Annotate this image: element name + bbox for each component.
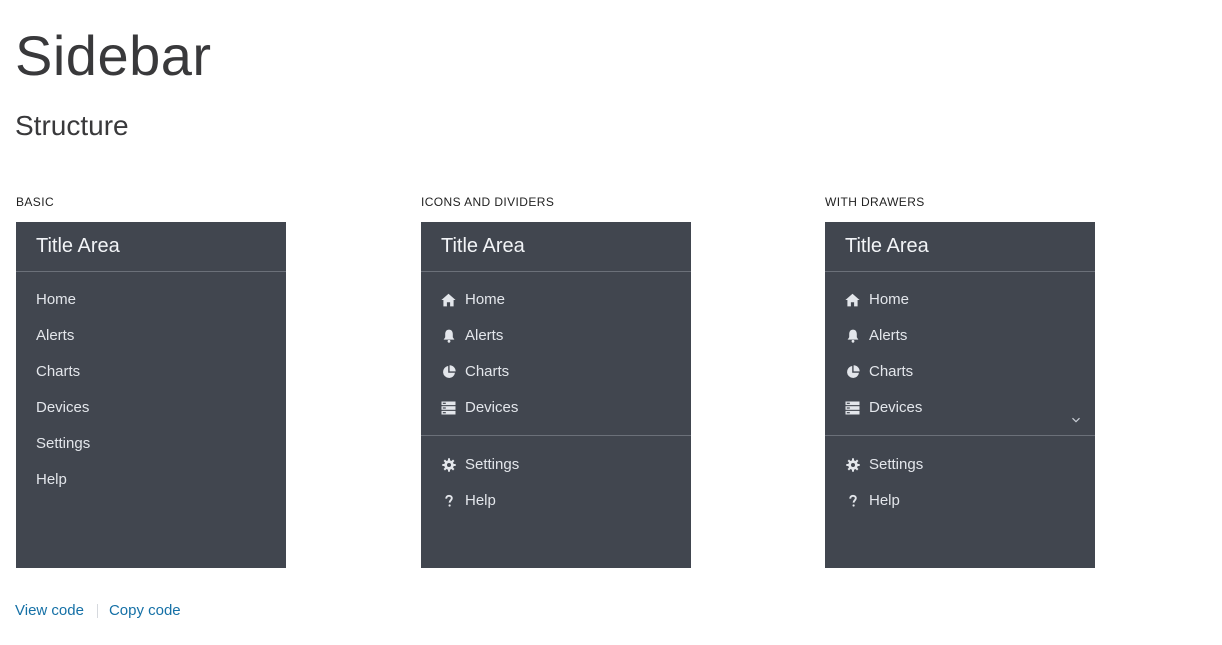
- sidebar-item-help[interactable]: Help: [16, 462, 286, 498]
- bell-icon: [441, 329, 456, 344]
- sidebar-item-label: Devices: [869, 399, 923, 416]
- sidebar-item-label: Charts: [869, 363, 914, 380]
- server-icon: [441, 401, 456, 416]
- section-title: Structure: [15, 110, 129, 141]
- page-title: Sidebar: [15, 24, 212, 87]
- sidebar-icons-dividers: Title Area Home Alerts Charts Devices Se…: [421, 222, 691, 568]
- gear-icon: [441, 458, 456, 473]
- sidebar-item-home[interactable]: Home: [825, 282, 1095, 318]
- home-icon: [845, 293, 860, 308]
- gear-icon: [845, 458, 860, 473]
- sidebar-item-label: Alerts: [36, 327, 75, 344]
- sidebar-item-settings[interactable]: Settings: [421, 447, 691, 483]
- view-code-link[interactable]: View code: [15, 602, 84, 619]
- server-icon: [845, 401, 860, 416]
- sidebar-item-label: Home: [465, 291, 506, 308]
- sidebar-item-home[interactable]: Home: [16, 282, 286, 318]
- sidebar-item-settings[interactable]: Settings: [825, 447, 1095, 483]
- sidebar-title: Title Area: [421, 222, 691, 272]
- sidebar-item-label: Devices: [465, 399, 519, 416]
- code-links: View code Copy code: [15, 602, 181, 619]
- sidebar-item-label: Charts: [465, 363, 510, 380]
- sidebar-item-label: Settings: [36, 435, 91, 452]
- sidebar-item-label: Settings: [465, 456, 520, 473]
- home-icon: [441, 293, 456, 308]
- sidebar-item-charts[interactable]: Charts: [16, 354, 286, 390]
- sidebar-item-label: Help: [36, 471, 67, 488]
- sidebar-item-label: Charts: [36, 363, 81, 380]
- sidebar-item-label: Devices: [36, 399, 90, 416]
- sidebar-item-settings[interactable]: Settings: [16, 426, 286, 462]
- sidebar-item-label: Alerts: [465, 327, 504, 344]
- sidebar-item-label: Help: [869, 492, 900, 509]
- example-label: WITH DRAWERS: [825, 195, 925, 209]
- example-label: BASIC: [16, 195, 55, 209]
- sidebar-item-label: Settings: [869, 456, 924, 473]
- pie-chart-icon: [845, 365, 860, 380]
- sidebar-item-alerts[interactable]: Alerts: [825, 318, 1095, 354]
- sidebar-item-charts[interactable]: Charts: [825, 354, 1095, 390]
- sidebar-title: Title Area: [825, 222, 1095, 272]
- copy-code-link[interactable]: Copy code: [109, 602, 181, 619]
- sidebar-item-label: Home: [869, 291, 910, 308]
- sidebar-item-home[interactable]: Home: [421, 282, 691, 318]
- sidebar-item-label: Help: [465, 492, 496, 509]
- sidebar-item-alerts[interactable]: Alerts: [421, 318, 691, 354]
- chevron-down-icon[interactable]: [1071, 403, 1081, 423]
- question-icon: [845, 494, 860, 509]
- sidebar-item-devices[interactable]: Devices: [16, 390, 286, 426]
- sidebar-item-devices[interactable]: Devices: [825, 390, 1095, 426]
- sidebar-item-devices[interactable]: Devices: [421, 390, 691, 426]
- sidebar-item-alerts[interactable]: Alerts: [16, 318, 286, 354]
- example-icons-dividers: ICONS AND DIVIDERS Title Area Home Alert…: [421, 194, 691, 568]
- sidebar-item-help[interactable]: Help: [825, 483, 1095, 519]
- link-divider: [96, 603, 98, 618]
- sidebar-item-charts[interactable]: Charts: [421, 354, 691, 390]
- sidebar-basic: Title Area Home Alerts Charts Devices Se…: [16, 222, 286, 568]
- example-with-drawers: WITH DRAWERS Title Area Home Alerts Char…: [825, 194, 1095, 568]
- sidebar-title: Title Area: [16, 222, 286, 272]
- sidebar-item-help[interactable]: Help: [421, 483, 691, 519]
- pie-chart-icon: [441, 365, 456, 380]
- example-basic: BASIC Title Area Home Alerts Charts Devi…: [16, 194, 286, 568]
- question-icon: [441, 494, 456, 509]
- sidebar-item-label: Alerts: [869, 327, 908, 344]
- sidebar-item-label: Home: [36, 291, 77, 308]
- bell-icon: [845, 329, 860, 344]
- sidebar-with-drawers: Title Area Home Alerts Charts Devices Se…: [825, 222, 1095, 568]
- example-label: ICONS AND DIVIDERS: [421, 195, 555, 209]
